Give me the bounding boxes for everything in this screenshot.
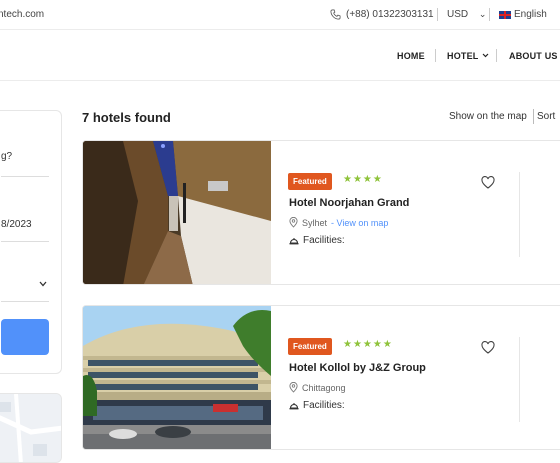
hotel-city: Chittagong xyxy=(302,382,346,393)
chevron-down-icon[interactable] xyxy=(39,281,47,287)
featured-badge: Featured xyxy=(288,173,332,190)
map-preview[interactable] xyxy=(0,393,62,463)
chevron-down-icon xyxy=(482,53,489,58)
phone-number: (+88) 01322303131 xyxy=(346,9,434,20)
currency-label: USD xyxy=(447,9,469,20)
nav-home[interactable]: HOME xyxy=(397,51,425,61)
divider xyxy=(496,49,497,62)
top-bar: ntech.com (+88) 01322303131 USD ⌄ Englis… xyxy=(0,0,560,30)
hotel-photo[interactable] xyxy=(83,306,271,450)
star-rating: ★★★★ xyxy=(343,174,383,185)
divider xyxy=(1,176,49,177)
hotel-card[interactable]: Featured ★★★★ Hotel Noorjahan Grand Sylh… xyxy=(82,140,560,285)
hotel-facilities: Facilities: xyxy=(289,400,345,411)
results-count: 7 hotels found xyxy=(82,110,171,125)
hotel-photo[interactable] xyxy=(83,141,271,285)
divider xyxy=(435,49,436,62)
map-thumbnail xyxy=(0,394,61,462)
facilities-label: Facilities: xyxy=(303,235,345,246)
search-sidebar: g? 8/2023 xyxy=(0,110,62,374)
featured-badge: Featured xyxy=(288,338,332,355)
currency-selector[interactable]: USD ⌄ xyxy=(447,9,486,20)
hotel-city: Sylhet xyxy=(302,217,328,228)
concierge-bell-icon xyxy=(289,238,299,245)
divider xyxy=(1,241,49,242)
map-pin-icon xyxy=(289,382,298,393)
phone-icon xyxy=(330,9,341,20)
phone-contact[interactable]: (+88) 01322303131 xyxy=(330,9,434,20)
hotel-name[interactable]: Hotel Kollol by J&Z Group xyxy=(289,362,426,374)
facilities-label: Facilities: xyxy=(303,400,345,411)
divider xyxy=(1,301,49,302)
sort-dropdown[interactable]: Sort xyxy=(537,111,555,122)
heart-icon[interactable] xyxy=(481,341,495,354)
language-label: English xyxy=(514,9,547,20)
star-rating: ★★★★★ xyxy=(343,339,393,350)
concierge-bell-icon xyxy=(289,403,299,410)
map-pin-icon xyxy=(289,217,298,228)
hotel-facilities: Facilities: xyxy=(289,235,345,246)
view-on-map-link[interactable]: - View on map xyxy=(331,218,388,228)
hotel-location: Sylhet - View on map xyxy=(289,217,388,228)
divider xyxy=(533,109,534,124)
divider xyxy=(489,8,490,21)
main-nav: HOME HOTEL ABOUT US xyxy=(0,31,560,81)
divider xyxy=(519,337,520,422)
email-link[interactable]: ntech.com xyxy=(0,9,44,20)
date-field[interactable]: 8/2023 xyxy=(1,219,32,230)
divider xyxy=(437,8,438,21)
nav-hotel-label: HOTEL xyxy=(447,51,479,61)
nav-about[interactable]: ABOUT US xyxy=(509,51,558,61)
search-button[interactable] xyxy=(1,319,49,355)
divider xyxy=(519,172,520,257)
destination-field[interactable]: g? xyxy=(1,151,12,162)
language-selector[interactable]: English xyxy=(499,9,547,20)
uk-flag-icon xyxy=(499,10,511,19)
heart-icon[interactable] xyxy=(481,176,495,189)
hotel-location: Chittagong xyxy=(289,382,350,393)
hotel-name[interactable]: Hotel Noorjahan Grand xyxy=(289,197,409,209)
nav-hotel[interactable]: HOTEL xyxy=(447,51,489,61)
hotel-card[interactable]: Featured ★★★★★ Hotel Kollol by J&Z Group… xyxy=(82,305,560,450)
show-on-map-link[interactable]: Show on the map xyxy=(449,111,527,122)
chevron-down-icon: ⌄ xyxy=(478,9,487,19)
